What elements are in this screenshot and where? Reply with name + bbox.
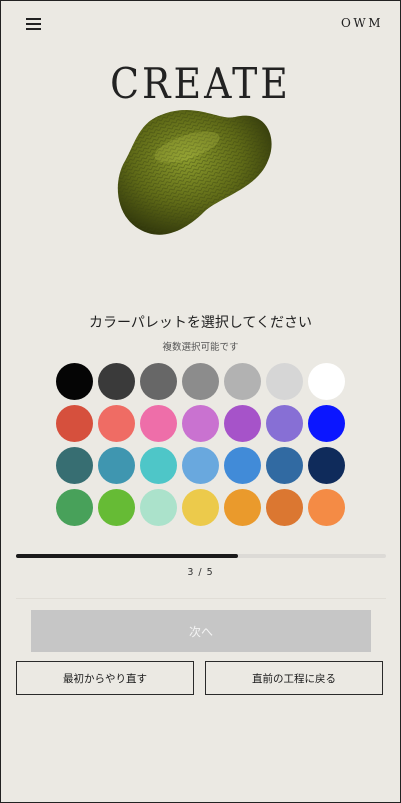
product-image	[117, 109, 272, 235]
color-swatch[interactable]	[56, 447, 93, 484]
app-frame: OWM CREATE カラーパレットを選択してください 複数選択可能です 3 /…	[0, 0, 401, 803]
color-swatch[interactable]	[308, 489, 345, 526]
color-swatch[interactable]	[56, 363, 93, 400]
color-swatch[interactable]	[266, 363, 303, 400]
hamburger-menu-icon[interactable]	[26, 17, 42, 30]
divider	[16, 598, 386, 599]
palette-hint: 複数選択可能です	[162, 342, 239, 353]
color-swatch[interactable]	[224, 489, 261, 526]
color-swatch[interactable]	[224, 405, 261, 442]
color-swatch[interactable]	[182, 447, 219, 484]
color-swatch[interactable]	[182, 405, 219, 442]
color-swatch[interactable]	[140, 447, 177, 484]
restart-button[interactable]: 最初からやり直す	[16, 661, 194, 695]
color-palette	[56, 363, 345, 526]
color-swatch[interactable]	[182, 489, 219, 526]
color-swatch[interactable]	[98, 447, 135, 484]
page-title: CREATE	[110, 59, 291, 108]
color-swatch[interactable]	[182, 363, 219, 400]
color-swatch[interactable]	[224, 363, 261, 400]
color-swatch[interactable]	[224, 447, 261, 484]
color-swatch[interactable]	[98, 489, 135, 526]
brand-logo[interactable]: OWM	[341, 16, 383, 30]
color-swatch[interactable]	[98, 405, 135, 442]
step-counter: 3 / 5	[187, 567, 214, 578]
color-swatch[interactable]	[266, 489, 303, 526]
color-swatch[interactable]	[56, 489, 93, 526]
color-swatch[interactable]	[140, 405, 177, 442]
color-swatch[interactable]	[140, 489, 177, 526]
color-swatch[interactable]	[308, 447, 345, 484]
color-swatch[interactable]	[56, 405, 93, 442]
back-button[interactable]: 直前の工程に戻る	[205, 661, 383, 695]
color-swatch[interactable]	[266, 405, 303, 442]
color-swatch[interactable]	[308, 363, 345, 400]
next-button[interactable]: 次へ	[31, 610, 371, 652]
color-swatch[interactable]	[140, 363, 177, 400]
color-swatch[interactable]	[308, 405, 345, 442]
color-swatch[interactable]	[98, 363, 135, 400]
progress-fill	[16, 554, 238, 558]
color-swatch[interactable]	[266, 447, 303, 484]
palette-question: カラーパレットを選択してください	[88, 315, 313, 331]
progress-bar	[16, 554, 386, 558]
